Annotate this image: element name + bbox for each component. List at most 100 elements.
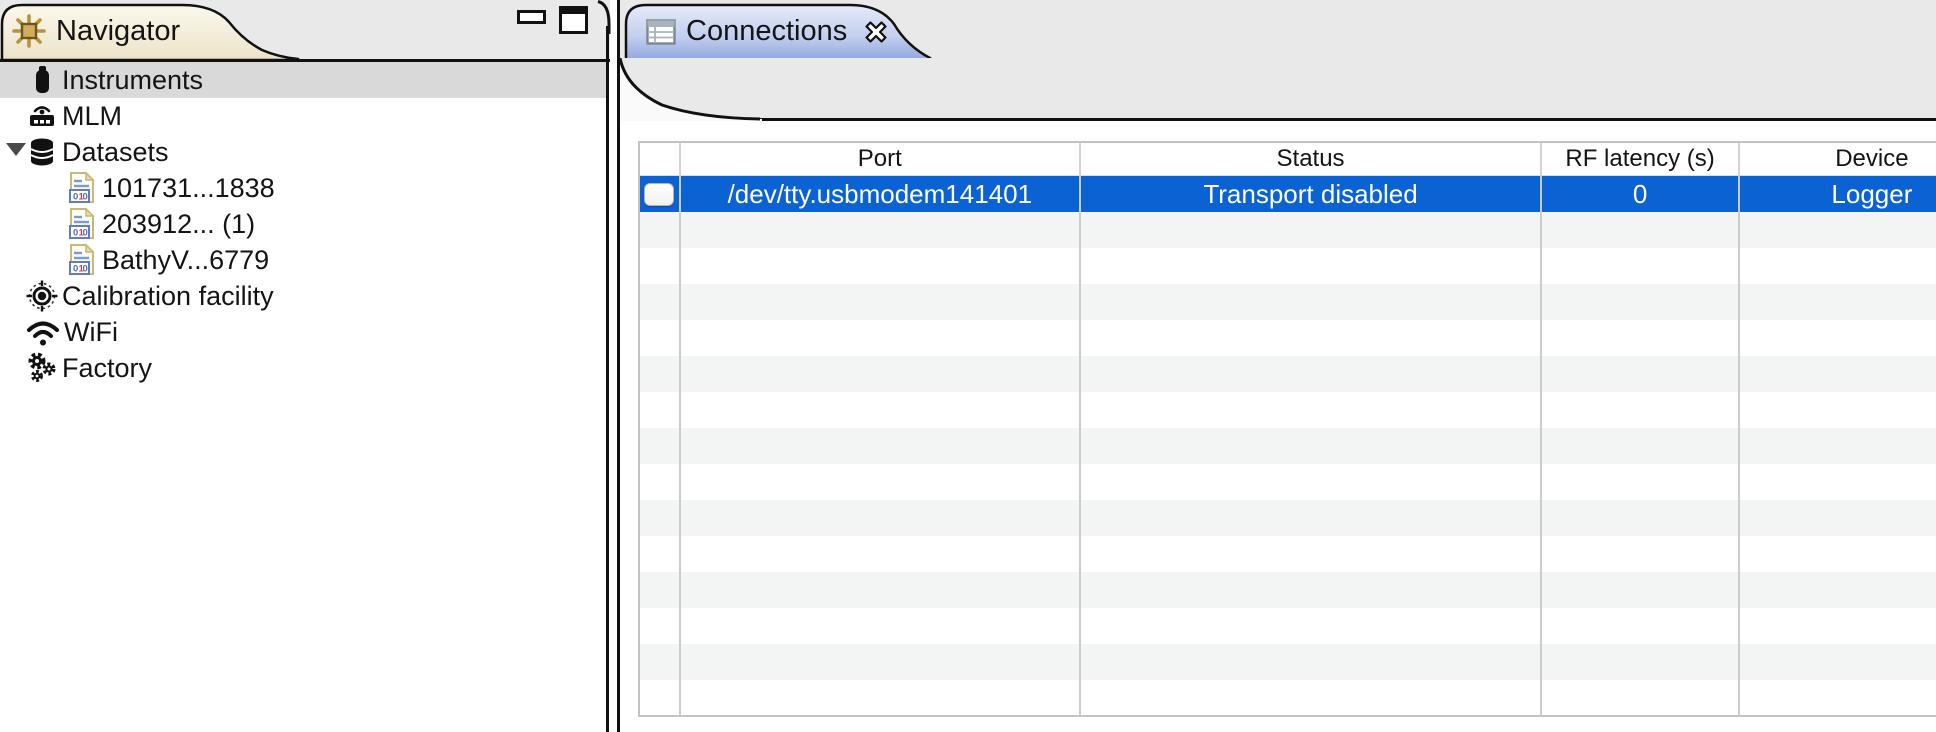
table-row-empty[interactable] [640, 428, 1936, 464]
table-row-empty[interactable] [640, 320, 1936, 356]
tree-item-instruments[interactable]: Instruments [0, 62, 606, 98]
table-row-empty[interactable] [640, 572, 1936, 608]
empty-cell [1740, 572, 1936, 608]
empty-cell [1740, 464, 1936, 500]
empty-cell [681, 680, 1081, 716]
svg-text:0: 0 [83, 264, 88, 275]
rf-latency-cell: 0 [1542, 176, 1739, 212]
panel-sash[interactable] [606, 26, 609, 732]
expand-collapse-icon[interactable] [6, 143, 26, 156]
empty-cell [681, 392, 1081, 428]
tree-item-datasets[interactable]: Datasets [0, 134, 606, 170]
column-header-checkbox[interactable] [640, 143, 681, 176]
table-row-empty[interactable] [640, 644, 1936, 680]
empty-cell [681, 248, 1081, 284]
empty-cell [1081, 644, 1543, 680]
empty-cell [1081, 212, 1543, 248]
empty-cell [1542, 572, 1739, 608]
empty-cell [640, 608, 681, 644]
table-row-empty[interactable] [640, 284, 1936, 320]
empty-cell [1081, 248, 1543, 284]
column-header-rf-latency[interactable]: RF latency (s) [1542, 143, 1739, 176]
empty-cell [1542, 680, 1739, 716]
empty-cell [681, 644, 1081, 680]
wifi-icon [26, 316, 60, 348]
empty-cell [1542, 320, 1739, 356]
table-row-connection[interactable]: /dev/tty.usbmodem141401 Transport disabl… [640, 176, 1936, 212]
empty-cell [640, 284, 681, 320]
tree-item-factory[interactable]: Factory [0, 350, 606, 386]
empty-cell [640, 248, 681, 284]
empty-cell [1081, 680, 1543, 716]
tree-item-label: WiFi [64, 317, 118, 348]
empty-cell [1740, 284, 1936, 320]
tab-navigator[interactable]: Navigator [0, 2, 270, 60]
tree-item-wifi[interactable]: WiFi [0, 314, 606, 350]
device-cell: Logger [1740, 176, 1936, 212]
empty-cell [1740, 428, 1936, 464]
empty-cell [1740, 392, 1936, 428]
binary-file-icon: 0 1 0 [66, 243, 98, 277]
tree-item-mlm[interactable]: MLM [0, 98, 606, 134]
tree-item-dataset-file[interactable]: 0 1 0 101731...1838 [0, 170, 606, 206]
empty-cell [681, 464, 1081, 500]
tree-item-label: Datasets [62, 137, 169, 168]
empty-cell [1740, 644, 1936, 680]
connections-content: Port Status RF latency (s) Device /dev/t… [620, 121, 1936, 732]
close-icon[interactable] [863, 19, 889, 45]
table-row-empty[interactable] [640, 716, 1936, 717]
checkbox[interactable] [644, 183, 674, 206]
calibration-target-icon [26, 280, 58, 312]
minimize-icon[interactable] [517, 10, 546, 24]
empty-cell [1081, 716, 1543, 717]
empty-cell [1740, 536, 1936, 572]
empty-cell [640, 572, 681, 608]
connections-table-body [640, 212, 1936, 717]
maximize-icon[interactable] [559, 6, 588, 34]
table-row-empty[interactable] [640, 500, 1936, 536]
empty-cell [1542, 284, 1739, 320]
factory-gears-icon [26, 351, 58, 385]
empty-cell [681, 320, 1081, 356]
table-row-empty[interactable] [640, 248, 1936, 284]
tree-item-label: 101731...1838 [102, 173, 275, 204]
empty-cell [1081, 356, 1543, 392]
row-checkbox-cell [640, 176, 681, 212]
column-header-port[interactable]: Port [681, 143, 1081, 176]
empty-cell [1081, 428, 1543, 464]
empty-cell [681, 212, 1081, 248]
workbench: Navigator Instruments [0, 0, 1936, 732]
empty-cell [1740, 248, 1936, 284]
empty-cell [681, 284, 1081, 320]
tree-item-label: MLM [62, 101, 122, 132]
table-row-empty[interactable] [640, 212, 1936, 248]
tab-connections[interactable]: Connections [628, 3, 928, 60]
empty-cell [640, 320, 681, 356]
table-row-empty[interactable] [640, 392, 1936, 428]
table-row-empty[interactable] [640, 680, 1936, 716]
column-header-status[interactable]: Status [1081, 143, 1543, 176]
tree-item-dataset-file[interactable]: 0 1 0 203912... (1) [0, 206, 606, 242]
table-row-empty[interactable] [640, 536, 1936, 572]
empty-cell [640, 644, 681, 680]
empty-cell [681, 608, 1081, 644]
tree-item-label: Calibration facility [62, 281, 274, 312]
empty-cell [1081, 608, 1543, 644]
empty-cell [640, 464, 681, 500]
empty-cell [640, 716, 681, 717]
table-row-empty[interactable] [640, 608, 1936, 644]
empty-cell [640, 500, 681, 536]
tree-item-label: BathyV...6779 [102, 245, 269, 276]
empty-cell [1740, 608, 1936, 644]
empty-cell [1740, 356, 1936, 392]
table-row-empty[interactable] [640, 464, 1936, 500]
tree-item-calibration-facility[interactable]: Calibration facility [0, 278, 606, 314]
empty-cell [1740, 716, 1936, 717]
empty-cell [681, 716, 1081, 717]
table-row-empty[interactable] [640, 356, 1936, 392]
column-header-device[interactable]: Device [1740, 143, 1936, 176]
empty-cell [1740, 212, 1936, 248]
empty-cell [1081, 464, 1543, 500]
empty-cell [681, 500, 1081, 536]
tree-item-dataset-file[interactable]: 0 1 0 BathyV...6779 [0, 242, 606, 278]
